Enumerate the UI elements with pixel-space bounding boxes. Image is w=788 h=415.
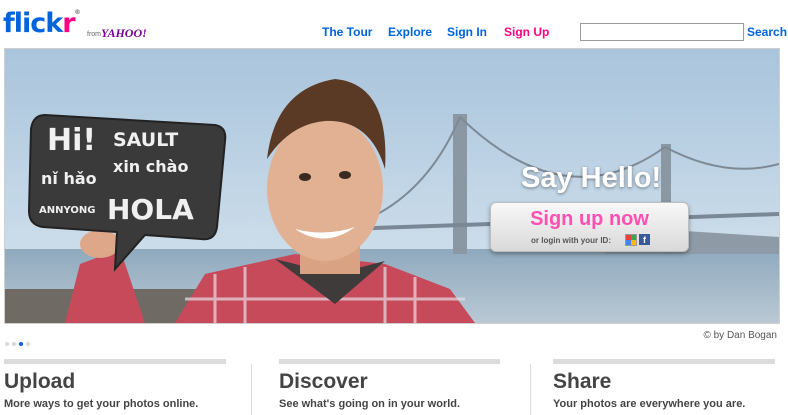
logo-text-blue: flick [3, 8, 63, 39]
slide-dot[interactable] [12, 342, 16, 346]
login-with-label: or login with your ID: [531, 236, 611, 245]
signup-now-label: Sign up now [530, 208, 649, 230]
sign-xin-chao: xin chào [113, 157, 189, 176]
nav-sign-up[interactable]: Sign Up [504, 25, 549, 39]
search-button[interactable]: Search [747, 25, 787, 39]
share-heading[interactable]: Share [553, 370, 611, 394]
nav-sign-in[interactable]: Sign In [447, 25, 487, 39]
sign-hi: Hi! [47, 123, 97, 158]
photo-credit[interactable]: © by Dan Bogan [703, 330, 777, 341]
facebook-icon[interactable]: f [639, 234, 650, 245]
google-icon[interactable] [625, 234, 637, 246]
slideshow-pager [5, 333, 33, 351]
share-subtitle: Your photos are everywhere you are. [553, 398, 746, 410]
nav-the-tour[interactable]: The Tour [322, 25, 372, 39]
signup-now-button[interactable]: Sign up now or login with your ID: f [490, 202, 689, 252]
column-separator [251, 364, 252, 415]
site-header: flickr® from YAHOO! The Tour Explore Sig… [0, 0, 788, 46]
sign-annyong: ANNYONG [39, 205, 96, 216]
logo-text-pink: r [62, 8, 75, 39]
flickr-logo[interactable]: flickr® [3, 8, 81, 39]
from-label: from [87, 31, 101, 38]
yahoo-logo: YAHOO! [101, 26, 147, 40]
sign-ni-hao: nǐ hǎo [41, 169, 97, 188]
chalkboard-text: Hi! SAULT xin chào nǐ hǎo ANNYONG HOLA [35, 123, 225, 233]
discover-heading[interactable]: Discover [279, 370, 368, 394]
column-divider-upload [4, 359, 226, 364]
upload-subtitle: More ways to get your photos online. [4, 398, 199, 410]
search-input[interactable] [580, 23, 744, 41]
upload-heading[interactable]: Upload [4, 370, 75, 394]
say-hello-heading: Say Hello! [521, 162, 662, 194]
nav-explore[interactable]: Explore [388, 25, 432, 39]
slide-dot[interactable] [26, 342, 30, 346]
column-separator [530, 364, 531, 415]
hero-banner: Hi! SAULT xin chào nǐ hǎo ANNYONG HOLA S… [4, 48, 780, 324]
discover-subtitle: See what's going on in your world. [279, 398, 461, 410]
slide-dot[interactable] [5, 342, 9, 346]
logo-registered: ® [74, 9, 81, 16]
sign-hola: HOLA [107, 193, 194, 226]
column-divider-discover [279, 359, 500, 364]
sign-sault: SAULT [113, 129, 179, 151]
slide-dot-active[interactable] [19, 342, 23, 346]
column-divider-share [553, 359, 775, 364]
